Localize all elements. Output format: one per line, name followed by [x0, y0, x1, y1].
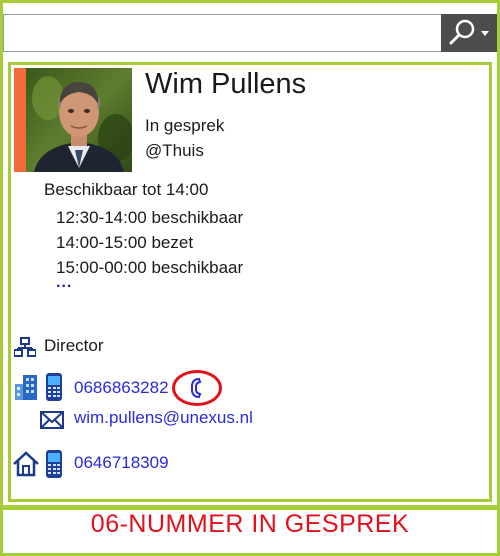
availability-heading: Beschikbaar tot 14:00: [44, 180, 209, 199]
availability-slot: 14:00-15:00 bezet: [56, 233, 194, 252]
dropdown-arrow-icon: [481, 31, 489, 36]
highlight-circle: [172, 370, 222, 406]
presence-status: In gesprek: [145, 116, 225, 135]
mail-icon: [40, 411, 64, 429]
email-link[interactable]: wim.pullens@unexus.nl: [74, 408, 253, 428]
home-icon: [13, 451, 39, 477]
building-icon: [15, 375, 37, 400]
location: @Thuis: [145, 141, 204, 160]
presence-indicator: [14, 68, 26, 172]
search-button[interactable]: [441, 14, 497, 52]
search-input[interactable]: [10, 21, 434, 47]
mobile-phone-icon: [46, 373, 62, 401]
mobile-phone-icon: [46, 450, 62, 478]
more-availability-link[interactable]: ...: [56, 274, 72, 292]
search-bar: [3, 14, 497, 52]
availability-slot: 15:00-00:00 beschikbaar: [56, 258, 244, 277]
job-title: Director: [44, 336, 104, 355]
org-chart-icon: [14, 337, 36, 357]
avatar: [26, 68, 132, 172]
work-mobile-link[interactable]: 0686863282: [74, 378, 169, 398]
home-mobile-link[interactable]: 0646718309: [74, 453, 169, 473]
search-icon: [449, 19, 489, 45]
availability-slot: 12:30-14:00 beschikbaar: [56, 208, 244, 227]
contact-name: Wim Pullens: [145, 68, 307, 100]
caption-text: 06-NUMMER IN GESPREK: [90, 510, 410, 538]
